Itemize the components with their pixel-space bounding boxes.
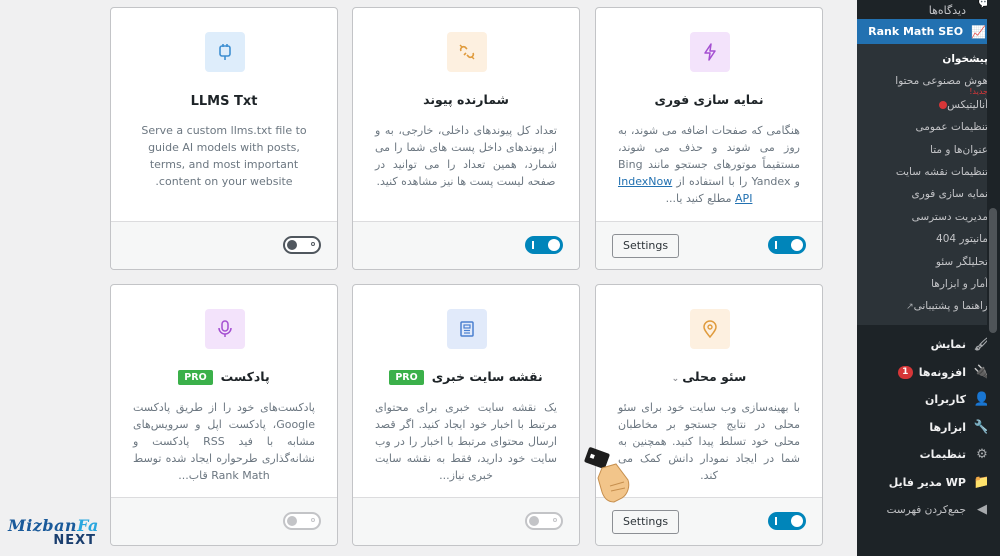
submenu-item[interactable]: تحلیلگر سئو — [857, 251, 1000, 273]
module-card-news-sitemap: نقشه سایت خبری PRO یک نقشه سایت خبری برای… — [352, 284, 580, 546]
submenu-item[interactable]: تنظیمات نقشه سایت — [857, 161, 1000, 183]
submenu-item[interactable]: آمار و ابزارها — [857, 273, 1000, 295]
module-card-podcast: پادکست PRO پادکست‌های خود را از طریق پادک… — [110, 284, 338, 546]
module-toggle[interactable] — [525, 236, 563, 254]
module-title: سئو محلی⌄ — [606, 369, 812, 384]
module-description: Serve a custom llms.txt file to guide AI… — [141, 124, 307, 188]
module-title: نقشه سایت خبری PRO — [363, 369, 569, 385]
module-toggle[interactable] — [768, 236, 806, 254]
chevron-down-icon: ⌄ — [671, 374, 680, 384]
module-title: شمارنده پیوند — [423, 92, 509, 107]
plug-icon — [205, 32, 245, 72]
submenu-item-label: آمار و ابزارها — [931, 278, 988, 291]
rank-math-submenu: پیشخوان هوش مصنوعی محتوا جدید! آنالیتیکس تنظ… — [857, 44, 1000, 325]
submenu-item-label: تنظیمات نقشه سایت — [895, 166, 988, 179]
menu-item[interactable]: ⚙ تنظیمات — [857, 441, 1000, 469]
menu-item[interactable]: 🔌 افزونه‌ها 1 — [857, 358, 1000, 386]
module-toggle[interactable] — [283, 512, 321, 530]
submenu-item[interactable]: پیشخوان — [857, 48, 1000, 70]
module-footer — [353, 497, 579, 545]
logo-text: NEXT — [53, 533, 96, 548]
submenu-item[interactable]: مدیریت دسترسی — [857, 206, 1000, 228]
settings-button[interactable]: Settings — [612, 510, 680, 534]
module-title: پادکست PRO — [121, 369, 327, 385]
menu-item-label: جمع‌کردن فهرست — [886, 503, 966, 516]
submenu-item[interactable]: راهنما و پشتیبانی↗ — [857, 295, 1000, 318]
menu-item-comments[interactable]: 💬 دیدگاه‌ها — [857, 0, 1000, 17]
submenu-item[interactable]: نمایه سازی فوری — [857, 183, 1000, 205]
submenu-item-label: مدیریت دسترسی — [911, 210, 988, 223]
module-title-text: نقشه سایت خبری — [431, 369, 543, 384]
module-title-text: سئو محلی — [682, 369, 747, 384]
module-card-link-counter: شمارنده پیوند تعداد کل پیوندهای داخلی، خ… — [352, 7, 580, 270]
submenu-item-label: نمایه سازی فوری — [911, 188, 988, 201]
settings-button[interactable]: Settings — [612, 234, 680, 258]
rank-math-icon: 📈 — [971, 24, 986, 39]
mizbanfa-logo: MizbanFa NEXT — [8, 518, 100, 550]
pro-badge: PRO — [178, 370, 213, 385]
description-text: مطلع کنید یا... — [665, 192, 736, 205]
menu-item-rank-math[interactable]: Rank Math SEO 📈 — [857, 19, 1000, 44]
submenu-item-label: عنوان‌ها و متا — [930, 143, 988, 156]
module-description: هنگامی که صفحات اضافه می شوند، به روز می… — [618, 122, 800, 207]
microphone-icon — [205, 309, 245, 349]
menu-item-label: Rank Math SEO — [868, 25, 964, 38]
submenu-item[interactable]: آنالیتیکس — [857, 94, 1000, 116]
submenu-item-label: پیشخوان — [942, 53, 988, 65]
menu-item-label: تنظیمات — [919, 448, 966, 462]
module-toggle[interactable] — [525, 512, 563, 530]
menu-item-label: افزونه‌ها — [918, 365, 966, 379]
admin-sidebar: 💬 دیدگاه‌ها Rank Math SEO 📈 پیشخوان هوش م… — [857, 0, 1000, 556]
module-footer — [353, 221, 579, 269]
submenu-item-label: آنالیتیکس — [947, 98, 988, 111]
hand-pointer-icon — [584, 447, 630, 503]
module-description: پادکست‌های خود را از طریق پادکست Google،… — [133, 401, 315, 482]
menu-item-label: نمایش — [930, 338, 966, 352]
menu-item-label: WP مدیر فایل — [888, 475, 966, 489]
submenu-item-label: مانیتور 404 — [936, 233, 988, 246]
scrollbar-thumb[interactable] — [989, 208, 997, 333]
menu-item[interactable]: 🔧 ابزارها — [857, 413, 1000, 441]
broken-link-icon — [447, 32, 487, 72]
pro-badge: PRO — [389, 370, 424, 385]
menu-item-label: دیدگاه‌ها — [928, 4, 966, 17]
notification-dot — [939, 100, 948, 109]
submenu-item-label: تحلیلگر سئو — [935, 255, 988, 268]
module-card-instant-indexing: نمایه سازی فوری هنگامی که صفحات اضافه می… — [595, 7, 823, 270]
module-toggle[interactable] — [283, 236, 321, 254]
menu-item-label: ابزارها — [929, 420, 966, 434]
menu-item[interactable]: 🖌 نمایش — [857, 331, 1000, 359]
submenu-item-label: تنظیمات عمومی — [915, 121, 988, 134]
module-footer: Settings — [596, 221, 822, 269]
update-count-badge: 1 — [897, 365, 913, 379]
module-title-text: پادکست — [220, 369, 270, 384]
module-footer — [111, 221, 337, 269]
menu-item[interactable]: 👤 کاربران — [857, 386, 1000, 414]
menu-item[interactable]: ◀ جمع‌کردن فهرست — [857, 496, 1000, 524]
module-card-local-seo: سئو محلی⌄ با بهینه‌سازی وب سایت خود برای… — [595, 284, 823, 546]
admin-menu: 🖌 نمایش 🔌 افزونه‌ها 1 👤 کاربران 🔧 ابزارها ⚙ تنظیما… — [857, 325, 1000, 524]
module-description: یک نقشه سایت خبری برای محتوای مرتبط با ا… — [375, 401, 557, 482]
module-description: تعداد کل پیوندهای داخلی، خارجی، به و از … — [375, 124, 557, 188]
module-description: با بهینه‌سازی وب سایت خود برای سئو محلی … — [618, 401, 800, 482]
menu-item[interactable]: 📁 WP مدیر فایل — [857, 468, 1000, 496]
external-link-icon: ↗ — [906, 302, 914, 313]
submenu-item[interactable]: عنوان‌ها و متا — [857, 139, 1000, 161]
submenu-item-label: راهنما و پشتیبانی — [913, 300, 988, 313]
module-title: نمایه سازی فوری — [654, 92, 764, 107]
module-toggle[interactable] — [768, 512, 806, 530]
module-footer — [111, 497, 337, 545]
submenu-item[interactable]: مانیتور 404 — [857, 228, 1000, 250]
submenu-item[interactable]: هوش مصنوعی محتوا جدید! — [857, 70, 1000, 95]
module-card-llms-txt: LLMS Txt Serve a custom llms.txt file to… — [110, 7, 338, 270]
newspaper-icon — [447, 309, 487, 349]
location-pin-icon — [690, 309, 730, 349]
lightning-icon — [690, 32, 730, 72]
menu-item-label: کاربران — [925, 393, 966, 407]
submenu-item[interactable]: تنظیمات عمومی — [857, 116, 1000, 138]
module-title: LLMS Txt — [190, 94, 258, 109]
submenu-item-label: هوش مصنوعی محتوا — [895, 75, 988, 88]
